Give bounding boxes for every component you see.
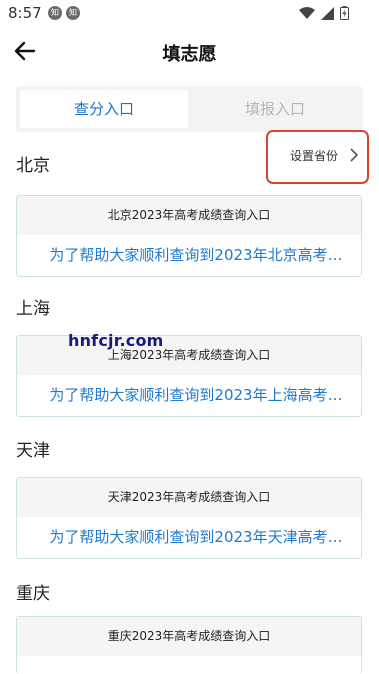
signal-icon <box>321 6 334 20</box>
card-link[interactable]: 为了帮助大家顺利查询到2023年天津高考… <box>17 517 361 558</box>
status-time: 8:57 <box>8 4 42 22</box>
tab-score-query[interactable]: 查分入口 <box>20 90 188 128</box>
province-name: 北京 <box>16 156 50 176</box>
card-title: 天津2023年高考成绩查询入口 <box>17 478 361 517</box>
card-link[interactable]: 为了帮助大家顺利查询到2023年北京高考… <box>17 235 361 276</box>
status-icons <box>299 6 349 20</box>
card-link[interactable]: 为了帮助大家顺利查询到2023年上海高考… <box>17 375 361 416</box>
tab-application-entry[interactable]: 填报入口 <box>191 90 359 128</box>
card-title: 重庆2023年高考成绩查询入口 <box>17 617 361 656</box>
score-query-card[interactable]: 北京2023年高考成绩查询入口 为了帮助大家顺利查询到2023年北京高考… <box>16 195 362 277</box>
province-name: 重庆 <box>16 584 50 604</box>
set-province-button[interactable]: 设置省份 <box>266 130 369 184</box>
watermark: hnfcjr.com <box>68 331 164 350</box>
zhihu-notification-icon: 知 <box>48 6 62 20</box>
nav-bar: 填志愿 <box>0 26 379 76</box>
card-title: 北京2023年高考成绩查询入口 <box>17 196 361 235</box>
zhihu-notification-icon: 知 <box>66 6 80 20</box>
page-title: 填志愿 <box>162 44 217 65</box>
province-name: 天津 <box>16 441 50 461</box>
set-province-label: 设置省份 <box>290 149 339 163</box>
tab-bar: 查分入口 填报入口 <box>16 86 363 132</box>
battery-icon <box>340 6 349 20</box>
status-bar: 8:57 知 知 <box>0 0 379 26</box>
score-query-card[interactable]: 天津2023年高考成绩查询入口 为了帮助大家顺利查询到2023年天津高考… <box>16 477 362 559</box>
chevron-right-icon <box>350 148 359 162</box>
score-query-card[interactable]: 重庆2023年高考成绩查询入口 <box>16 616 362 674</box>
province-name: 上海 <box>16 299 50 319</box>
wifi-icon <box>299 6 315 19</box>
